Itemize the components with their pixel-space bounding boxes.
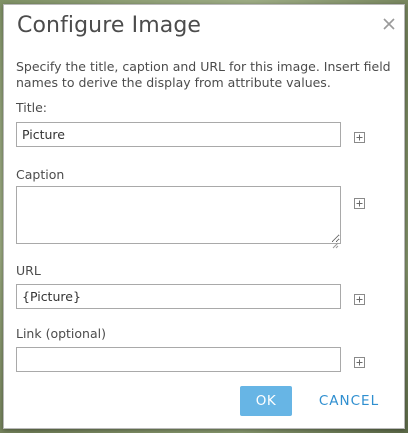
title-label: Title: [16,100,47,115]
dialog-title: Configure Image [17,13,202,38]
title-insert-field-icon[interactable] [354,128,365,143]
dialog-description: Specify the title, caption and URL for t… [16,59,391,90]
link-insert-field-icon[interactable] [354,353,365,368]
url-input[interactable] [16,284,341,309]
caption-insert-field-icon[interactable] [354,194,365,209]
resize-grip-icon[interactable] [331,234,339,249]
url-label: URL [16,263,41,278]
url-insert-field-icon[interactable] [354,290,365,305]
configure-image-dialog: Configure Image Specify the title, capti… [3,4,405,429]
cancel-button[interactable]: CANCEL [309,386,389,416]
caption-textarea[interactable] [16,186,341,244]
ok-button[interactable]: OK [240,386,292,416]
link-input[interactable] [16,347,341,372]
caption-label: Caption [16,167,65,182]
close-icon[interactable] [379,14,399,34]
title-input[interactable] [16,122,341,147]
caption-field-wrap [16,186,341,249]
link-label: Link (optional) [16,326,106,341]
